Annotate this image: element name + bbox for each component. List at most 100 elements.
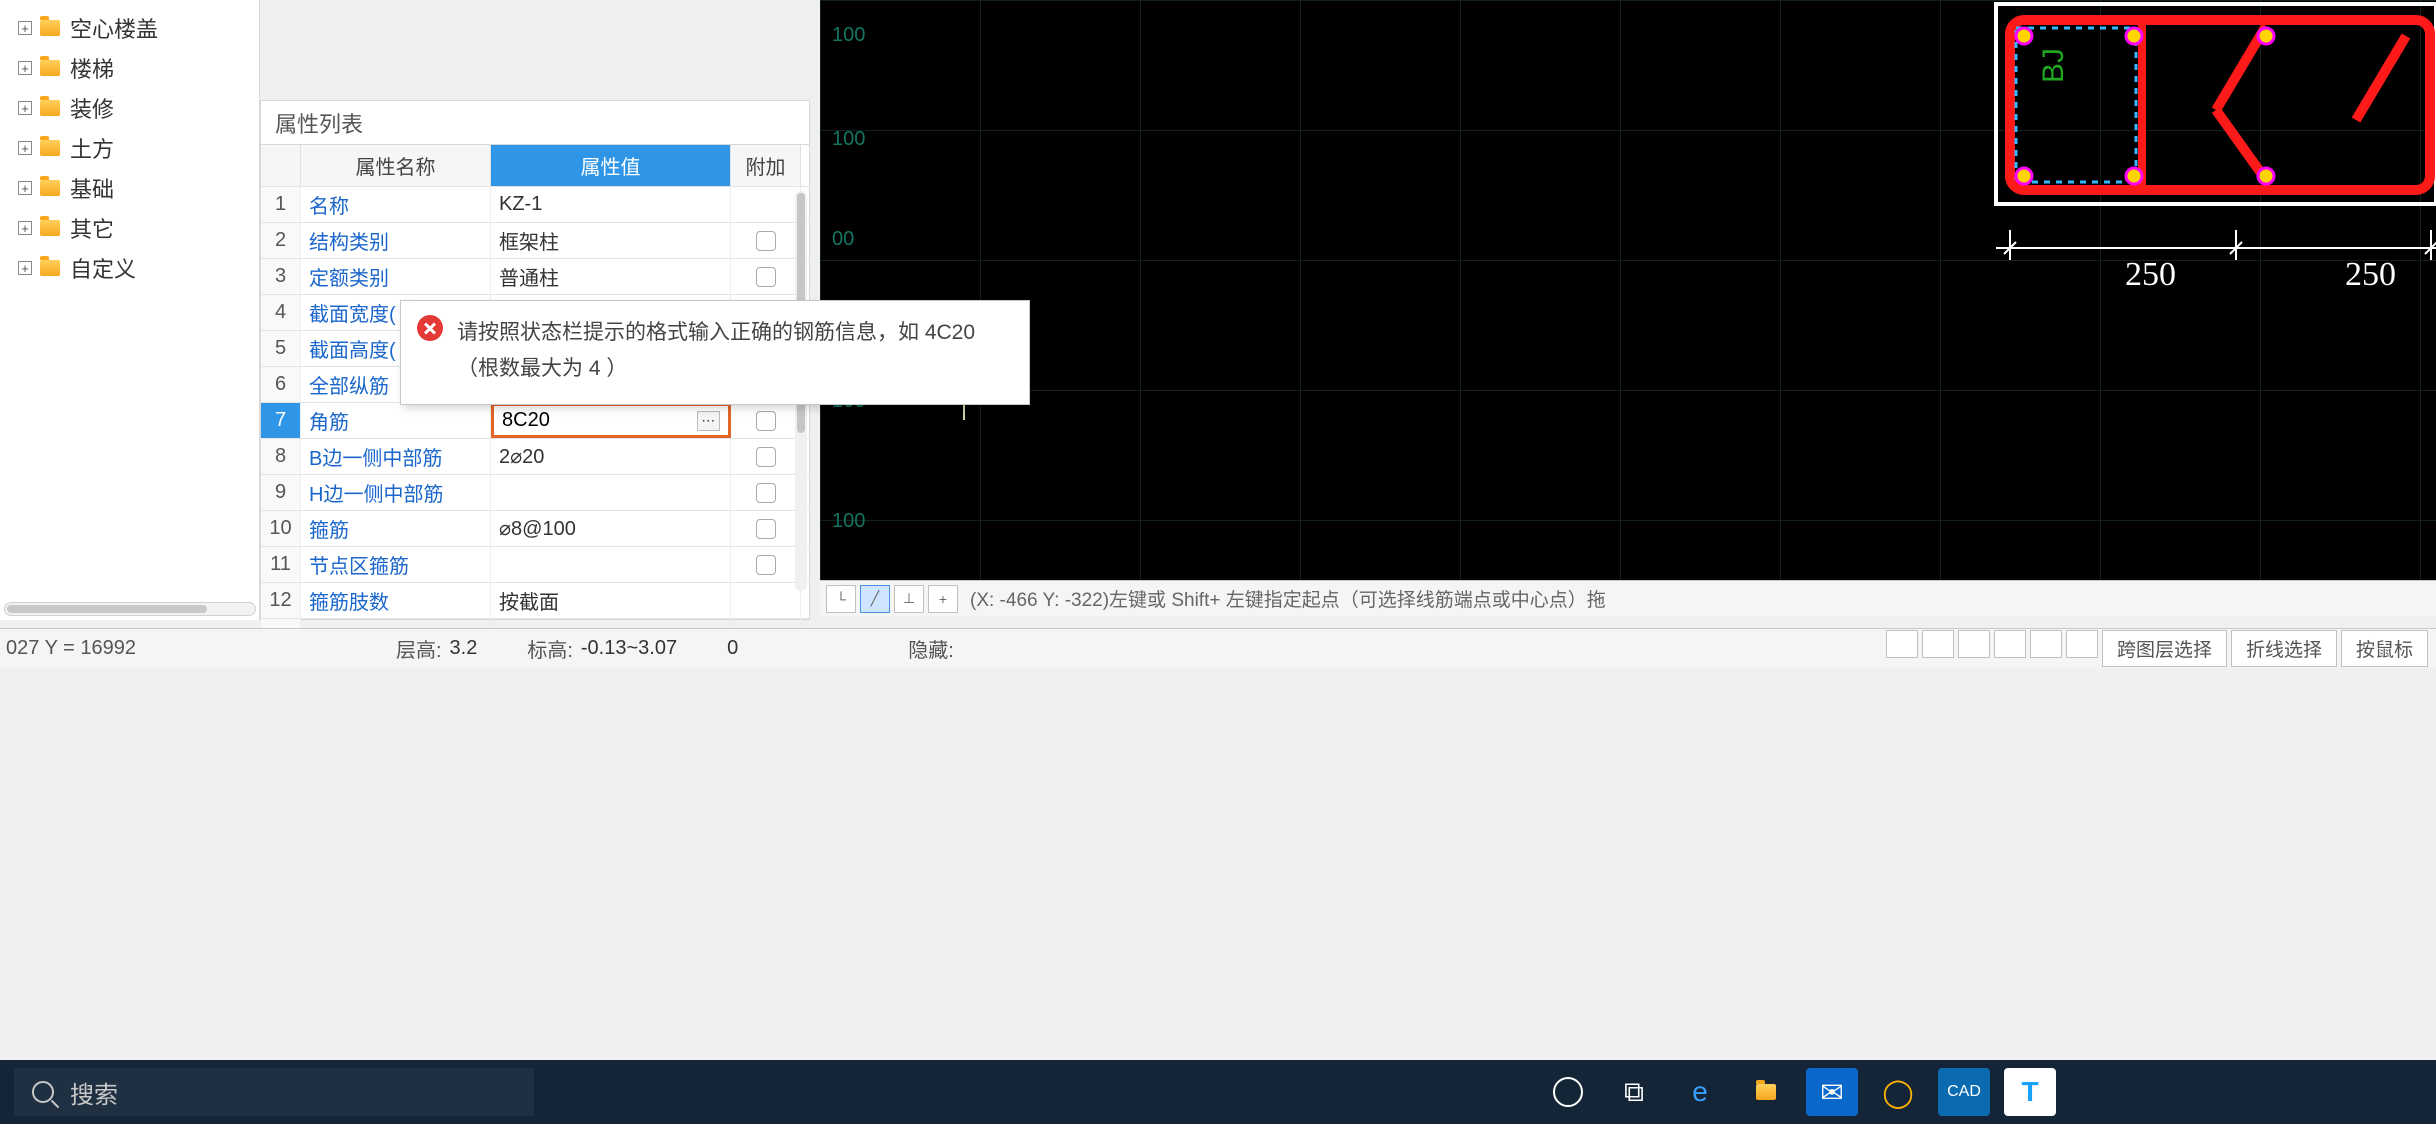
attach-cell[interactable] bbox=[731, 187, 801, 222]
attach-cell[interactable] bbox=[731, 223, 801, 258]
header-value[interactable]: 属性值 bbox=[491, 145, 731, 186]
attach-cell[interactable] bbox=[731, 475, 801, 510]
attach-cell[interactable] bbox=[731, 511, 801, 546]
attach-cell[interactable] bbox=[731, 259, 801, 294]
property-row[interactable]: 3 定额类别 普通柱 bbox=[261, 259, 809, 295]
cortana-icon[interactable] bbox=[1542, 1068, 1594, 1116]
header-num bbox=[261, 145, 301, 186]
edge-icon[interactable]: e bbox=[1674, 1068, 1726, 1116]
property-row-selected[interactable]: 7 角筋 ⋯ bbox=[261, 403, 809, 439]
row-number: 5 bbox=[261, 331, 301, 366]
property-value[interactable] bbox=[491, 547, 731, 582]
property-value[interactable]: KZ-1 bbox=[491, 187, 731, 222]
snap-midpoint-button[interactable]: ╱ bbox=[860, 585, 890, 613]
mouse-mode-button[interactable]: 按鼠标 bbox=[2341, 630, 2428, 667]
expand-icon[interactable]: + bbox=[18, 181, 32, 195]
property-name: 箍筋肢数 bbox=[301, 583, 491, 618]
property-row[interactable]: 10 箍筋 ⌀8@100 bbox=[261, 511, 809, 547]
expand-icon[interactable]: + bbox=[18, 101, 32, 115]
property-name: 名称 bbox=[301, 187, 491, 222]
attach-cell[interactable] bbox=[731, 439, 801, 474]
snap-toggle-5[interactable] bbox=[2030, 630, 2062, 658]
tree-item-hollow-floor[interactable]: + 空心楼盖 bbox=[0, 8, 259, 48]
cad-app-icon[interactable]: CAD bbox=[1938, 1068, 1990, 1116]
t-app-icon[interactable]: T bbox=[2004, 1068, 2056, 1116]
row-number: 9 bbox=[261, 475, 301, 510]
property-value[interactable]: 按截面 bbox=[491, 583, 731, 618]
corner-rebar-input[interactable] bbox=[502, 409, 697, 432]
attach-checkbox[interactable] bbox=[756, 267, 776, 287]
attach-cell[interactable] bbox=[731, 403, 801, 438]
tree-label: 土方 bbox=[70, 132, 114, 164]
expand-icon[interactable]: + bbox=[18, 61, 32, 75]
browser-icon[interactable]: ◯ bbox=[1872, 1068, 1924, 1116]
snap-toggle-3[interactable] bbox=[1958, 630, 1990, 658]
property-value[interactable]: ⌀8@100 bbox=[491, 511, 731, 546]
tree-label: 自定义 bbox=[70, 252, 136, 284]
sidebar-horizontal-scrollbar[interactable] bbox=[4, 602, 256, 616]
property-row[interactable]: 1 名称 KZ-1 bbox=[261, 187, 809, 223]
tree-item-earthwork[interactable]: + 土方 bbox=[0, 128, 259, 168]
snap-toggle-1[interactable] bbox=[1886, 630, 1918, 658]
attach-checkbox[interactable] bbox=[756, 447, 776, 467]
attach-checkbox[interactable] bbox=[756, 231, 776, 251]
tree-item-stairs[interactable]: + 楼梯 bbox=[0, 48, 259, 88]
validation-error-tooltip: 请按照状态栏提示的格式输入正确的钢筋信息，如 4C20 （根数最大为 4 ） bbox=[400, 300, 1030, 405]
error-icon bbox=[417, 315, 443, 341]
cad-viewport[interactable]: 100 100 00 100 100 bbox=[820, 0, 2436, 580]
scrollbar-thumb[interactable] bbox=[7, 605, 207, 613]
property-value[interactable]: 框架柱 bbox=[491, 223, 731, 258]
attach-checkbox[interactable] bbox=[756, 411, 776, 431]
snap-perp-button[interactable]: ⊥ bbox=[894, 585, 924, 613]
snap-toggle-6[interactable] bbox=[2066, 630, 2098, 658]
property-row[interactable]: 11 节点区箍筋 bbox=[261, 547, 809, 583]
grid-tick-label: 100 bbox=[832, 128, 865, 151]
snap-near-button[interactable]: + bbox=[928, 585, 958, 613]
windows-search-box[interactable]: 搜索 bbox=[14, 1068, 534, 1116]
hidden-label: 隐藏: bbox=[908, 634, 954, 663]
mail-icon[interactable]: ✉ bbox=[1806, 1068, 1858, 1116]
task-view-icon[interactable]: ⧉ bbox=[1608, 1068, 1660, 1116]
expand-icon[interactable]: + bbox=[18, 141, 32, 155]
property-row[interactable]: 12 箍筋肢数 按截面 bbox=[261, 583, 809, 619]
tree-label: 其它 bbox=[70, 212, 114, 244]
attach-checkbox[interactable] bbox=[756, 519, 776, 539]
expand-icon[interactable]: + bbox=[18, 261, 32, 275]
polyline-select-button[interactable]: 折线选择 bbox=[2231, 630, 2337, 667]
attach-checkbox[interactable] bbox=[756, 483, 776, 503]
property-row[interactable]: 9 H边一侧中部筋 bbox=[261, 475, 809, 511]
snap-toggle-4[interactable] bbox=[1994, 630, 2026, 658]
cad-bottom-toolbar: └ ╱ ⊥ + (X: -466 Y: -322)左键或 Shift+ 左键指定… bbox=[820, 580, 2436, 616]
tree-item-foundation[interactable]: + 基础 bbox=[0, 168, 259, 208]
folder-icon bbox=[40, 20, 60, 36]
cross-layer-select-button[interactable]: 跨图层选择 bbox=[2102, 630, 2227, 667]
main-status-bar: 027 Y = 16992 层高: 3.2 标高: -0.13~3.07 0 隐… bbox=[0, 628, 2436, 668]
property-name: 节点区箍筋 bbox=[301, 547, 491, 582]
tree-item-decoration[interactable]: + 装修 bbox=[0, 88, 259, 128]
attach-checkbox[interactable] bbox=[756, 555, 776, 575]
attach-cell[interactable] bbox=[731, 547, 801, 582]
expand-icon[interactable]: + bbox=[18, 221, 32, 235]
property-row[interactable]: 2 结构类别 框架柱 bbox=[261, 223, 809, 259]
property-value-editing[interactable]: ⋯ bbox=[491, 403, 731, 438]
property-row[interactable]: 8 B边一侧中部筋 2⌀20 bbox=[261, 439, 809, 475]
coordinate-readout: 027 Y = 16992 bbox=[0, 637, 136, 660]
row-number: 6 bbox=[261, 367, 301, 402]
property-value[interactable]: 2⌀20 bbox=[491, 439, 731, 474]
bj-label: BJ bbox=[2037, 48, 2071, 83]
property-name: B边一侧中部筋 bbox=[301, 439, 491, 474]
snap-endpoint-button[interactable]: └ bbox=[826, 585, 856, 613]
file-explorer-icon[interactable] bbox=[1740, 1068, 1792, 1116]
tree-item-other[interactable]: + 其它 bbox=[0, 208, 259, 248]
property-value[interactable] bbox=[491, 475, 731, 510]
grid-tick-label: 00 bbox=[832, 228, 854, 251]
property-name: 箍筋 bbox=[301, 511, 491, 546]
attach-cell[interactable] bbox=[731, 583, 801, 618]
row-number: 8 bbox=[261, 439, 301, 474]
snap-toggle-2[interactable] bbox=[1922, 630, 1954, 658]
tree-item-custom[interactable]: + 自定义 bbox=[0, 248, 259, 288]
property-value[interactable]: 普通柱 bbox=[491, 259, 731, 294]
more-button[interactable]: ⋯ bbox=[697, 411, 720, 431]
expand-icon[interactable]: + bbox=[18, 21, 32, 35]
folder-icon bbox=[40, 60, 60, 76]
